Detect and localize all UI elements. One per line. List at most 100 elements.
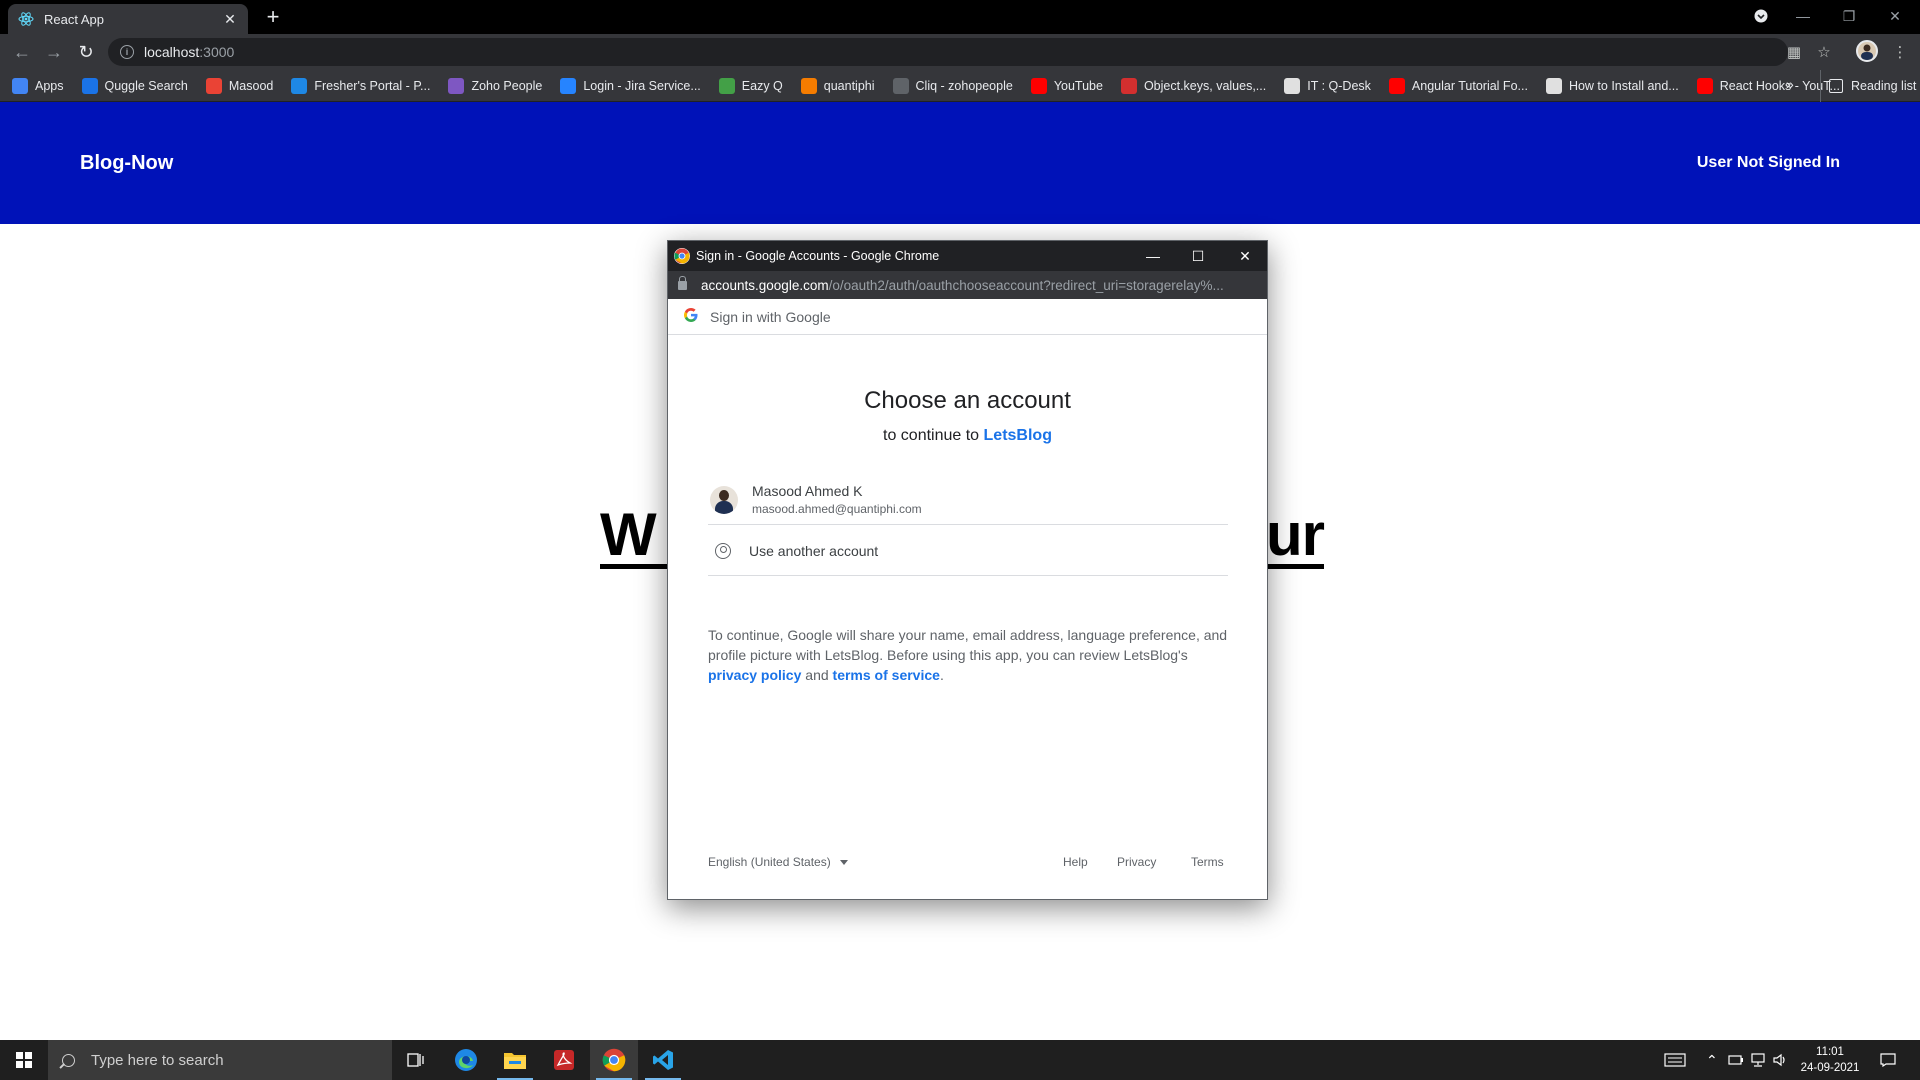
privacy-link[interactable]: Privacy — [1117, 855, 1156, 869]
language-selector[interactable]: English (United States) — [708, 855, 848, 869]
qdesk-icon — [1284, 77, 1301, 94]
consent-text: To continue, Google will share your name… — [708, 625, 1228, 685]
clock-date: 24-09-2021 — [1800, 1062, 1860, 1074]
bookmark-item[interactable]: Angular Tutorial Fo... — [1388, 77, 1528, 94]
popup-minimize-button[interactable]: — — [1131, 241, 1175, 271]
new-tab-button[interactable]: + — [260, 5, 286, 31]
apps-grid-icon — [12, 77, 28, 94]
chrome-taskbar-icon[interactable] — [590, 1040, 638, 1080]
bookmark-item[interactable]: Eazy Q — [718, 77, 783, 94]
back-button[interactable]: ← — [10, 40, 34, 64]
browser-tab-react-app[interactable]: React App ✕ — [8, 4, 248, 34]
clock-time: 11:01 — [1816, 1046, 1844, 1058]
help-link[interactable]: Help — [1063, 855, 1088, 869]
notifications-icon[interactable] — [1880, 1040, 1896, 1080]
terms-link[interactable]: Terms — [1191, 855, 1224, 869]
popup-close-button[interactable]: ✕ — [1223, 241, 1267, 271]
bookmark-item[interactable]: Login - Jira Service... — [560, 77, 701, 94]
address-bar[interactable]: i localhost:3000 — [108, 38, 1788, 66]
bookmark-label: quantiphi — [823, 78, 875, 93]
popup-window-title: Sign in - Google Accounts - Google Chrom… — [696, 249, 940, 263]
bookmark-item[interactable]: Fresher's Portal - P... — [291, 77, 431, 94]
gmail-icon — [205, 77, 222, 94]
network-icon[interactable] — [1750, 1040, 1766, 1080]
bookmark-label: Masood — [228, 78, 274, 93]
address-port: :3000 — [199, 44, 235, 60]
bookmark-label: Zoho People — [471, 78, 543, 93]
bookmark-item[interactable]: Masood — [205, 77, 274, 94]
popup-maximize-button[interactable]: ☐ — [1176, 241, 1220, 271]
site-info-icon[interactable]: i — [120, 45, 134, 59]
account-option[interactable]: Masood Ahmed K masood.ahmed@quantiphi.co… — [708, 475, 1228, 525]
app-name-link[interactable]: LetsBlog — [984, 427, 1052, 444]
reading-list-button[interactable]: Reading list — [1820, 70, 1916, 102]
caret-down-icon — [839, 859, 848, 865]
bookmark-label: Angular Tutorial Fo... — [1411, 78, 1528, 93]
terms-of-service-link[interactable]: terms of service — [833, 667, 940, 683]
task-view-icon[interactable] — [392, 1040, 440, 1080]
touch-keyboard-icon[interactable] — [1664, 1040, 1686, 1080]
eazyq-icon — [718, 77, 735, 94]
bookmark-label: Quggle Search — [104, 78, 188, 93]
use-another-account-option[interactable]: Use another account — [708, 526, 1228, 576]
youtube-icon — [1030, 77, 1047, 94]
start-button[interactable] — [0, 1040, 48, 1080]
google-g-icon — [684, 307, 698, 326]
account-name: Masood Ahmed K — [752, 483, 863, 499]
volume-icon[interactable] — [1772, 1040, 1788, 1080]
brand-logo[interactable]: Blog-Now — [80, 152, 173, 175]
bookmark-label: Fresher's Portal - P... — [314, 78, 431, 93]
popup-body: Choose an account to continue to LetsBlo… — [668, 335, 1267, 900]
popup-titlebar: Sign in - Google Accounts - Google Chrom… — [668, 241, 1267, 271]
popup-url-bar: accounts.google.com/o/oauth2/auth/oauthc… — [668, 271, 1267, 299]
use-another-account-label: Use another account — [749, 542, 879, 559]
bookmark-item[interactable]: YouTube — [1030, 77, 1103, 94]
browser-tab-strip: React App ✕ + — ❐ ✕ — [0, 0, 1920, 34]
browser-toolbar: ← → ↻ i localhost:3000 ▦ ☆ ⋮ — [0, 34, 1920, 70]
popup-footer: English (United States) Help Privacy Ter… — [708, 855, 1228, 875]
edge-browser-icon[interactable] — [442, 1040, 490, 1080]
t-icon — [1545, 77, 1562, 94]
search-q-icon — [81, 77, 98, 94]
more-bookmarks-button[interactable]: » — [1786, 76, 1794, 92]
bookmark-item[interactable]: Apps — [12, 77, 64, 94]
privacy-policy-link[interactable]: privacy policy — [708, 667, 801, 683]
bookmark-label: YouTube — [1053, 78, 1103, 93]
forward-button[interactable]: → — [42, 40, 66, 64]
bookmark-item[interactable]: Zoho People — [448, 77, 543, 94]
vscode-icon[interactable] — [639, 1040, 687, 1080]
tab-close-icon[interactable]: ✕ — [222, 11, 238, 28]
taskbar-clock[interactable]: 11:01 24-09-2021 — [1790, 1044, 1870, 1076]
minimize-window-button[interactable]: — — [1780, 0, 1826, 32]
bookmark-item[interactable]: IT : Q-Desk — [1284, 77, 1371, 94]
bookmark-item[interactable]: Quggle Search — [81, 77, 188, 94]
chrome-logo-icon — [674, 248, 690, 264]
bookmark-item[interactable]: quantiphi — [800, 77, 875, 94]
taskbar-search-box[interactable]: Type here to search — [48, 1040, 392, 1080]
close-window-button[interactable]: ✕ — [1872, 0, 1918, 32]
taskbar-search-placeholder: Type here to search — [91, 1051, 224, 1069]
show-hidden-icons-chevron-icon[interactable]: ⌃ — [1706, 1040, 1718, 1080]
profile-avatar[interactable] — [1856, 40, 1878, 62]
tab-search-icon[interactable] — [1738, 0, 1784, 32]
hero-text-left: W — [600, 501, 657, 568]
bookmark-item[interactable]: React Hooks - YouT... — [1696, 77, 1840, 94]
consent-period: . — [939, 667, 944, 683]
qr-code-icon[interactable]: ▦ — [1784, 42, 1804, 62]
restore-window-button[interactable]: ❐ — [1826, 0, 1872, 32]
battery-icon[interactable] — [1728, 1040, 1744, 1080]
bookmark-label: Apps — [35, 78, 64, 93]
browser-menu-icon[interactable]: ⋮ — [1890, 42, 1910, 62]
acrobat-reader-icon[interactable] — [540, 1040, 588, 1080]
zoho-people-icon — [448, 77, 465, 94]
reload-button[interactable]: ↻ — [74, 40, 98, 64]
bookmark-item[interactable]: How to Install and... — [1545, 77, 1679, 94]
bookmark-label: How to Install and... — [1568, 78, 1679, 93]
bookmark-star-icon[interactable]: ☆ — [1814, 42, 1834, 62]
bookmark-item[interactable]: Cliq - zohopeople — [892, 77, 1013, 94]
file-explorer-icon[interactable] — [491, 1040, 539, 1080]
user-status: User Not Signed In — [1696, 154, 1840, 171]
reading-list-icon — [1829, 79, 1843, 93]
bookmark-item[interactable]: Object.keys, values,... — [1120, 77, 1266, 94]
account-email: masood.ahmed@quantiphi.com — [752, 502, 922, 516]
